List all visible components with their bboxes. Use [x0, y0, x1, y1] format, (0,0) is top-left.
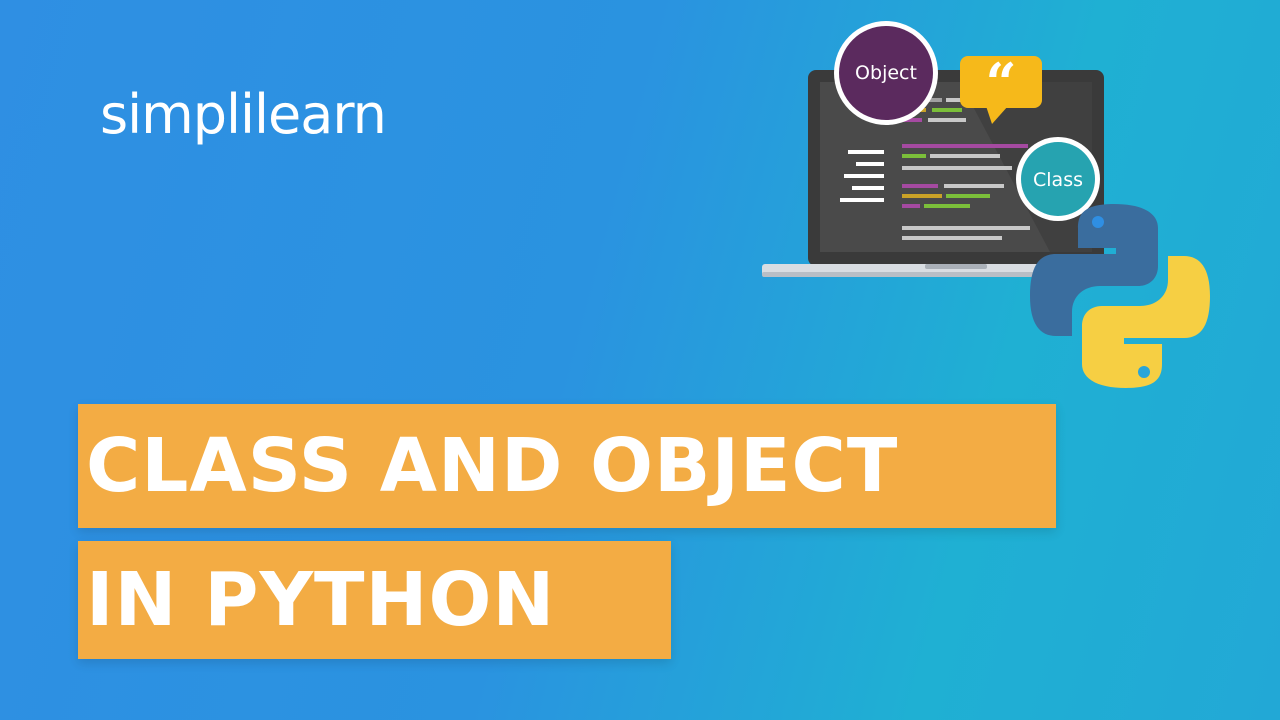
object-bubble-label: Object	[855, 62, 917, 84]
class-bubble-label: Class	[1033, 169, 1083, 191]
laptop-python-illustration: Object “ Class	[762, 21, 1210, 388]
title-line-1-text: CLASS AND OBJECT	[86, 423, 899, 509]
logo-text: simplilearn	[100, 83, 387, 146]
object-bubble: Object	[834, 21, 938, 125]
title-line-2-text: IN PYTHON	[86, 557, 556, 643]
simplilearn-logo: simplilearn	[100, 80, 387, 150]
title-line-1: CLASS AND OBJECT	[78, 404, 1056, 528]
quote-glyph: “	[985, 51, 1016, 115]
thumbnail-canvas: simplilearn Object “ Class CLASS AND OBJ…	[0, 0, 1280, 720]
class-bubble: Class	[1016, 137, 1100, 221]
title-line-2: IN PYTHON	[78, 541, 671, 659]
